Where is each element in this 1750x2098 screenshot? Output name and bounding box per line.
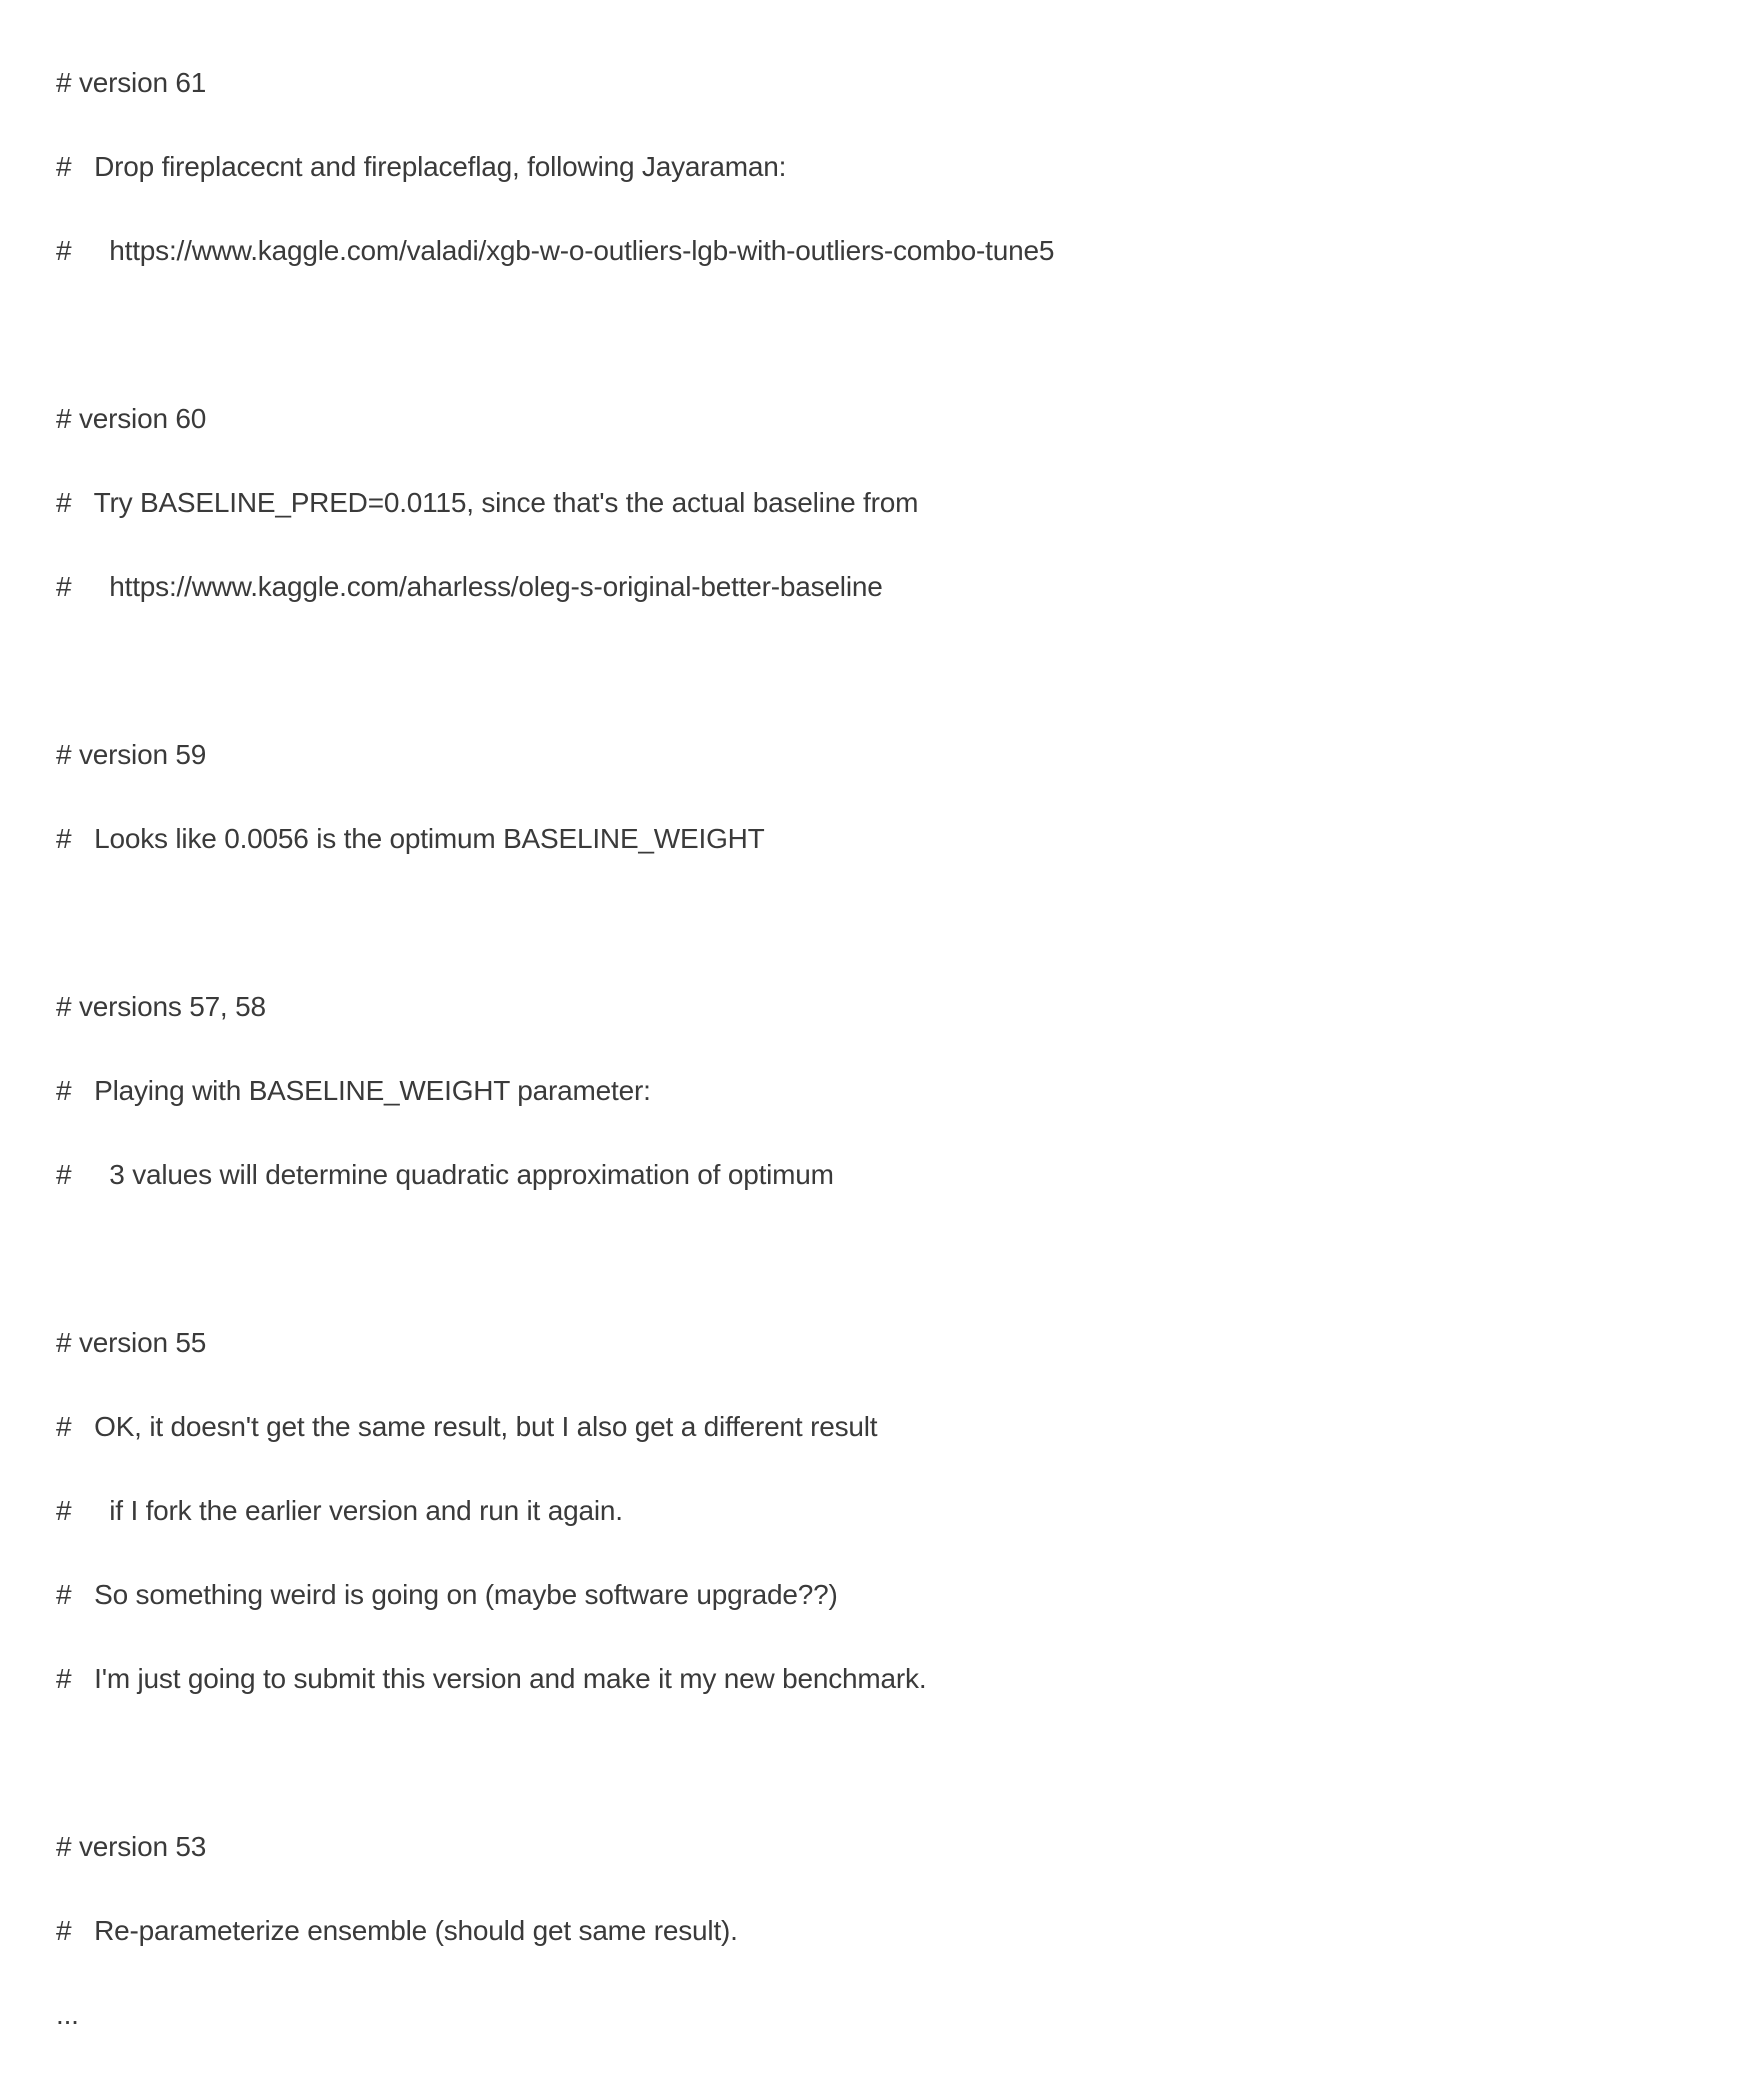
comment-line: # Try BASELINE_PRED=0.0115, since that's… [56,482,1750,524]
blank-line [56,314,1750,356]
comment-line: # version 53 [56,1826,1750,1868]
blank-line [56,902,1750,944]
comment-line: # https://www.kaggle.com/valadi/xgb-w-o-… [56,230,1750,272]
comment-line: # Drop fireplacecnt and fireplaceflag, f… [56,146,1750,188]
comment-line: # I'm just going to submit this version … [56,1658,1750,1700]
comment-line: # https://www.kaggle.com/aharless/oleg-s… [56,566,1750,608]
comment-line: # if I fork the earlier version and run … [56,1490,1750,1532]
comment-line: # Re-parameterize ensemble (should get s… [56,1910,1750,1952]
code-comment-block: # version 61 # Drop fireplacecnt and fir… [56,20,1750,2078]
blank-line [56,1238,1750,1280]
comment-line: # version 60 [56,398,1750,440]
comment-line: # version 55 [56,1322,1750,1364]
comment-line: # OK, it doesn't get the same result, bu… [56,1406,1750,1448]
comment-line: # Playing with BASELINE_WEIGHT parameter… [56,1070,1750,1112]
comment-line: # version 61 [56,62,1750,104]
comment-line: # 3 values will determine quadratic appr… [56,1154,1750,1196]
blank-line [56,650,1750,692]
blank-line [56,1742,1750,1784]
comment-line: # Looks like 0.0056 is the optimum BASEL… [56,818,1750,860]
comment-line: # versions 57, 58 [56,986,1750,1028]
comment-line: # So something weird is going on (maybe … [56,1574,1750,1616]
comment-line: # version 59 [56,734,1750,776]
ellipsis-line: ... [56,1994,1750,2036]
